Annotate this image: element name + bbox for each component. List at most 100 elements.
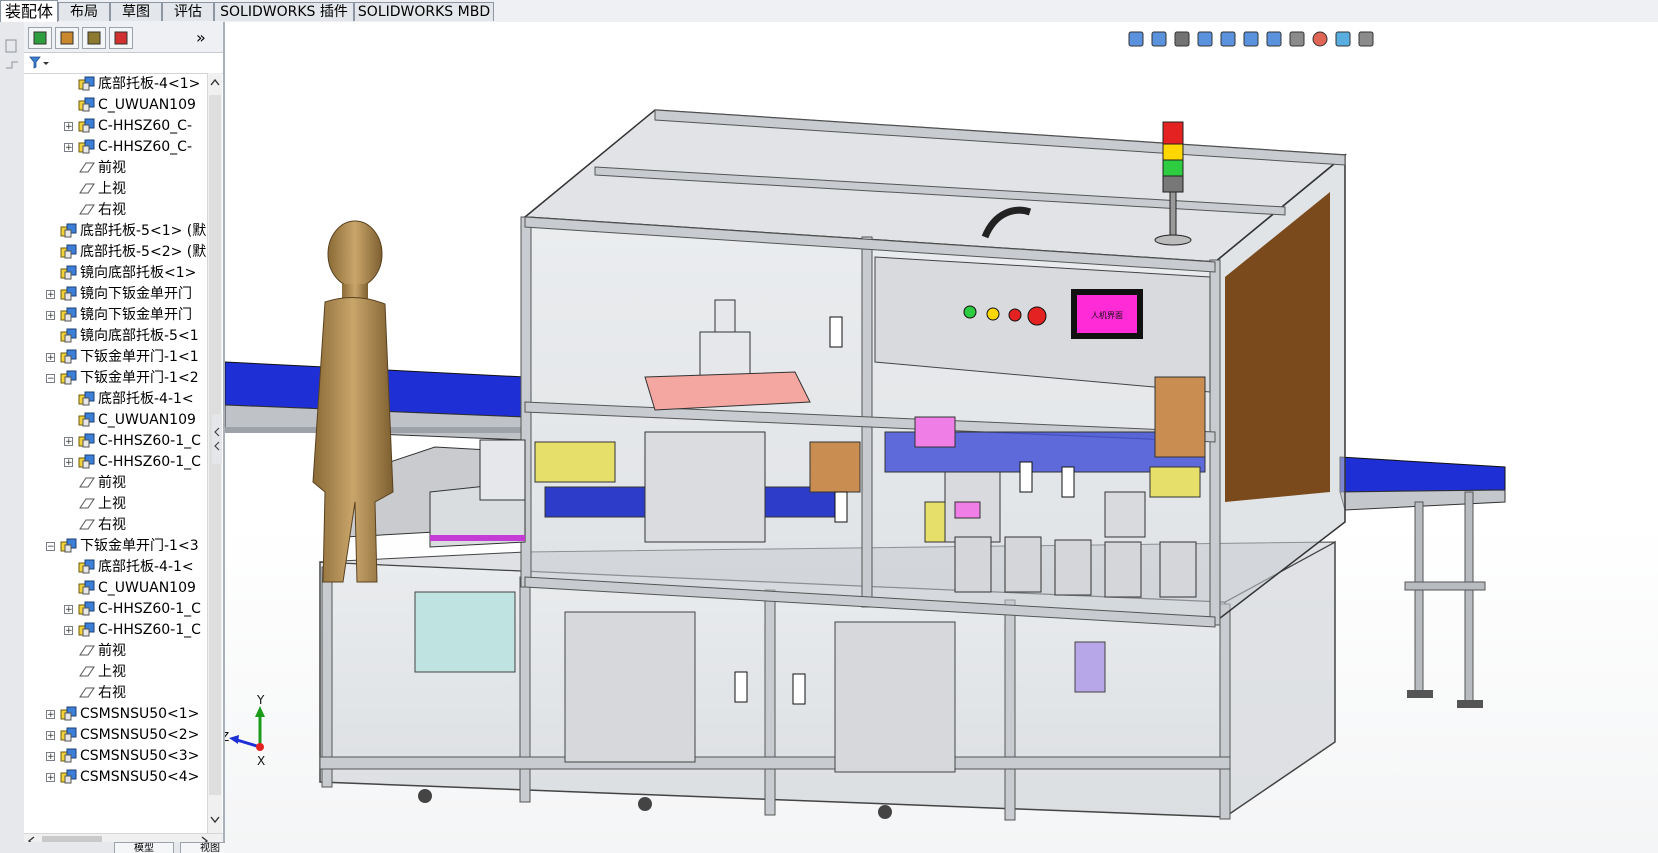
tree-item[interactable]: 底部托板-4-1< xyxy=(24,556,207,578)
tree-item[interactable]: 右视 xyxy=(24,199,207,221)
tree-item[interactable]: + CSMSNSU50<1> xyxy=(24,703,207,725)
tree-item[interactable]: + 镜向下钣金单开门 xyxy=(24,283,207,305)
tree-item-label: 镜向底部托板<1> xyxy=(80,265,197,281)
expand-icon[interactable]: + xyxy=(46,311,55,321)
expand-icon[interactable]: + xyxy=(46,773,55,783)
expand-icon[interactable]: + xyxy=(46,752,55,762)
tab-1[interactable]: 布局 xyxy=(58,2,110,21)
tree-item[interactable]: + 镜向下钣金单开门 xyxy=(24,304,207,326)
expand-icon[interactable]: + xyxy=(64,605,73,615)
assembly-component-icon xyxy=(60,727,78,746)
tree-item-label: C_UWUAN109 xyxy=(98,97,196,113)
panel-collapse-arrows-icon[interactable] xyxy=(212,414,222,464)
collapse-handle-icon[interactable] xyxy=(0,38,24,98)
tree-item-label: 上视 xyxy=(98,181,126,197)
tree-item[interactable]: C_UWUAN109 xyxy=(24,577,207,599)
reference-plane-icon xyxy=(78,685,96,704)
expand-icon[interactable]: + xyxy=(46,353,55,363)
expand-icon[interactable]: + xyxy=(46,710,55,720)
tree-item-label: 前视 xyxy=(98,643,126,659)
tree-item[interactable]: + C-HHSZ60-1_C xyxy=(24,619,207,641)
expand-icon[interactable]: + xyxy=(46,731,55,741)
tree-item-label: 镜向底部托板-5<1 xyxy=(80,328,199,344)
tree-item[interactable]: + 下钣金单开门-1<1 xyxy=(24,346,207,368)
tree-item[interactable]: 右视 xyxy=(24,514,207,536)
expand-icon[interactable]: + xyxy=(64,122,73,132)
bottom-tab-0[interactable]: 模型 xyxy=(114,842,174,853)
tab-2[interactable]: 草图 xyxy=(110,2,162,21)
expand-icon[interactable]: + xyxy=(64,458,73,468)
tab-5[interactable]: SOLIDWORKS MBD xyxy=(354,2,494,21)
expand-icon[interactable]: + xyxy=(46,290,55,300)
assembly-component-icon xyxy=(60,328,78,347)
tree-item-label: C-HHSZ60-1_C xyxy=(98,433,201,449)
tree-item-label: CSMSNSU50<1> xyxy=(80,706,200,722)
property-manager-icon[interactable] xyxy=(55,27,79,49)
collapse-icon[interactable]: − xyxy=(46,542,55,552)
tree-item[interactable]: 右视 xyxy=(24,682,207,704)
tree-item[interactable]: + C-HHSZ60-1_C xyxy=(24,451,207,473)
assembly-component-icon xyxy=(60,307,78,326)
tree-item-label: 右视 xyxy=(98,202,126,218)
tree-item-label: 底部托板-5<1> (默 xyxy=(80,223,207,239)
tree-item-label: 底部托板-4<1> xyxy=(98,76,201,92)
tree-item[interactable]: + C-HHSZ60-1_C xyxy=(24,430,207,452)
tree-item-label: 下钣金单开门-1<2 xyxy=(80,370,199,386)
feature-manager-icon[interactable] xyxy=(28,27,52,49)
tree-item-label: 镜向下钣金单开门 xyxy=(80,307,192,323)
assembly-component-icon xyxy=(78,97,96,116)
expand-icon[interactable]: + xyxy=(64,626,73,636)
tree-item[interactable]: + CSMSNSU50<2> xyxy=(24,724,207,746)
tree-item[interactable]: C_UWUAN109 xyxy=(24,94,207,116)
assembly-component-icon xyxy=(60,370,78,389)
tree-item[interactable]: 前视 xyxy=(24,640,207,662)
tree-item[interactable]: 上视 xyxy=(24,661,207,683)
display-manager-icon[interactable] xyxy=(109,27,133,49)
tab-3[interactable]: 评估 xyxy=(162,2,214,21)
configuration-manager-icon[interactable] xyxy=(82,27,106,49)
expand-icon[interactable]: + xyxy=(64,143,73,153)
tree-item[interactable]: 上视 xyxy=(24,178,207,200)
tree-item[interactable]: 底部托板-5<1> (默 xyxy=(24,220,207,242)
tree-item-label: CSMSNSU50<4> xyxy=(80,769,200,785)
assembly-component-icon xyxy=(78,412,96,431)
tree-item-label: 前视 xyxy=(98,475,126,491)
reference-plane-icon xyxy=(78,181,96,200)
tree-item[interactable]: − 下钣金单开门-1<3 xyxy=(24,535,207,557)
tab-0[interactable]: 装配体 xyxy=(0,0,58,22)
tree-item[interactable]: 底部托板-4-1< xyxy=(24,388,207,410)
panel-toolbar: » xyxy=(24,22,223,53)
tree-item[interactable]: − 下钣金单开门-1<2 xyxy=(24,367,207,389)
tree-item[interactable]: 底部托板-4<1> xyxy=(24,73,207,95)
tree-item[interactable]: 前视 xyxy=(24,472,207,494)
reference-plane-icon xyxy=(78,475,96,494)
assembly-component-icon xyxy=(78,559,96,578)
assembly-component-icon xyxy=(78,391,96,410)
expand-icon[interactable]: + xyxy=(64,437,73,447)
conveyor-right xyxy=(1339,456,1506,708)
assembly-component-icon xyxy=(78,433,96,452)
tree-item-label: C-HHSZ60-1_C xyxy=(98,601,201,617)
tree-item[interactable]: 镜向底部托板-5<1 xyxy=(24,325,207,347)
tree-item[interactable]: 前视 xyxy=(24,157,207,179)
tree-item[interactable]: 底部托板-5<2> (默 xyxy=(24,241,207,263)
assembly-model-view[interactable]: 人机界面 Y Z X xyxy=(225,22,1658,853)
graphics-area[interactable]: 人机界面 Y Z X xyxy=(225,22,1658,853)
tab-4[interactable]: SOLIDWORKS 插件 xyxy=(214,2,354,21)
tree-item-label: C_UWUAN109 xyxy=(98,412,196,428)
tree-item[interactable]: + CSMSNSU50<3> xyxy=(24,745,207,767)
tree-item[interactable]: + C-HHSZ60_C- xyxy=(24,115,207,137)
tree-item[interactable]: 上视 xyxy=(24,493,207,515)
panel-expand-button[interactable]: » xyxy=(196,28,206,47)
tree-item-label: 底部托板-5<2> (默 xyxy=(80,244,207,260)
tree-item[interactable]: 镜向底部托板<1> xyxy=(24,262,207,284)
tree-item[interactable]: + C-HHSZ60-1_C xyxy=(24,598,207,620)
assembly-component-icon xyxy=(78,601,96,620)
tree-item[interactable]: + CSMSNSU50<4> xyxy=(24,766,207,788)
tree-item[interactable]: + C-HHSZ60_C- xyxy=(24,136,207,158)
triad-x-label: X xyxy=(257,754,265,768)
tree-item[interactable]: C_UWUAN109 xyxy=(24,409,207,431)
collapse-icon[interactable]: − xyxy=(46,374,55,384)
assembly-component-icon xyxy=(78,76,96,95)
filter-icon[interactable] xyxy=(28,54,52,72)
